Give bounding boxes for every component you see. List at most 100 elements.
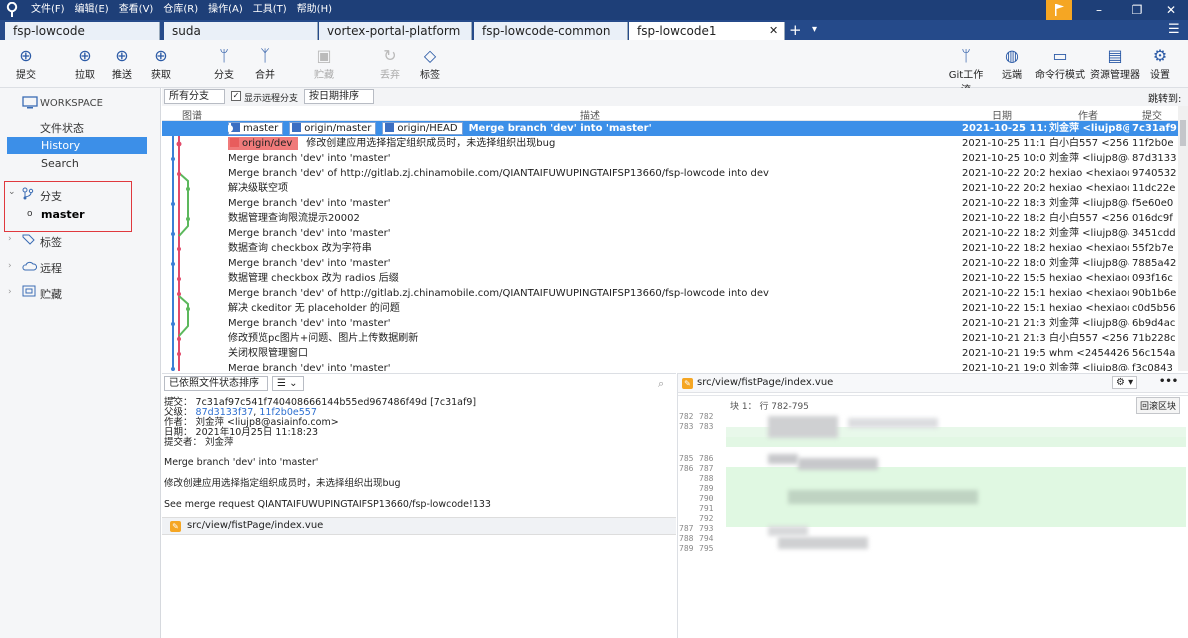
commit-hash: c0d5b56 — [1132, 303, 1176, 314]
commit-row[interactable]: Merge branch 'dev' of http://gitlab.zj.c… — [162, 166, 1178, 181]
add-tab-button[interactable]: + — [789, 20, 802, 40]
sidebar-item-search[interactable]: Search — [41, 157, 79, 170]
col-graph[interactable]: 图谱 — [182, 107, 202, 122]
col-date[interactable]: 日期 — [992, 107, 1012, 122]
upload-button[interactable]: ⊕ 推送 — [100, 46, 144, 81]
ref-label[interactable]: origin/master — [289, 122, 377, 135]
commit-row[interactable]: Merge branch 'dev' into 'master' 2021-10-… — [162, 316, 1178, 331]
chevron-right-icon[interactable]: › — [8, 234, 12, 244]
commit-row[interactable]: 解决 ckeditor 无 placeholder 的问题 2021-10-22 … — [162, 301, 1178, 316]
hamburger-menu-icon[interactable]: ☰ — [1168, 20, 1180, 40]
toolbar-label: 资源管理器 — [1090, 70, 1140, 81]
commit-message: Merge branch 'dev' into 'master' — [228, 363, 391, 371]
tag-button[interactable]: ◇ 标签 — [408, 46, 452, 81]
merge-icon: ᛉ — [260, 46, 270, 65]
tab-suda[interactable]: suda — [164, 22, 318, 40]
commit-row[interactable]: 数据查询 checkbox 改为字符串 2021-10-22 18:20 hexia… — [162, 241, 1178, 256]
redacted-code — [768, 416, 838, 438]
branch-button[interactable]: ᛘ 分支 — [202, 46, 246, 81]
close-button[interactable]: ✕ — [1156, 0, 1186, 20]
fetch-button[interactable]: ⊕ 获取 — [139, 46, 183, 81]
merge-button[interactable]: ᛉ 合并 — [243, 46, 287, 81]
ref-label[interactable]: origin/dev — [228, 137, 299, 150]
commit-row[interactable]: master origin/master origin/HEAD Merge bran… — [162, 121, 1178, 136]
commit-row[interactable]: Merge branch 'dev' of http://gitlab.zj.c… — [162, 286, 1178, 301]
menu-item[interactable]: 操作(A) — [203, 0, 248, 20]
view-mode-dropdown[interactable]: ☰ ⌄ — [272, 376, 304, 391]
commit-row[interactable]: 数据管理查询限流提示20002 2021-10-22 18:26 白小白557 <2… — [162, 211, 1178, 226]
commit-row[interactable]: origin/dev 修改创建应用选择指定组织成员时，未选择组织出现bug 2021… — [162, 136, 1178, 151]
commit-message: 数据管理 checkbox 改为 radios 后缀 — [228, 273, 399, 284]
chevron-right-icon[interactable]: › — [8, 287, 12, 297]
commit-message: 数据查询 checkbox 改为字符串 — [228, 243, 372, 254]
flag-icon — [1055, 4, 1064, 16]
diff-settings-dropdown[interactable]: ⚙ ▾ — [1112, 376, 1138, 389]
commit-row[interactable]: 修改预览pc图片+问题、图片上传数据刷新 2021-10-21 21:30 白小白5… — [162, 331, 1178, 346]
sidebar-item-file-status[interactable]: 文件状态 — [40, 120, 84, 136]
commit-row[interactable]: Merge branch 'dev' into 'master' 2021-10-… — [162, 256, 1178, 271]
tab-close-icon[interactable]: ✕ — [769, 22, 778, 40]
more-options-icon[interactable]: ••• — [1159, 376, 1178, 387]
commit-author: 刘金萍 <liujp8@a — [1049, 258, 1129, 269]
chevron-right-icon[interactable]: › — [8, 261, 12, 271]
file-sort-dropdown[interactable]: 已依照文件状态排序 ⌄ — [164, 376, 268, 402]
col-commit[interactable]: 提交 — [1142, 107, 1162, 122]
terminal-button[interactable]: ▭ 命令行模式 — [1033, 46, 1087, 81]
col-author[interactable]: 作者 — [1078, 107, 1098, 122]
menu-item[interactable]: 工具(T) — [248, 0, 292, 20]
commit-date: 2021-10-22 18:20 — [962, 243, 1046, 254]
ref-label[interactable]: origin/HEAD — [382, 122, 463, 135]
old-line-number: 786 — [679, 464, 694, 473]
tab-fsp-lowcode-common[interactable]: fsp-lowcode-common — [474, 22, 628, 40]
revert-hunk-button[interactable]: 回滚区块 — [1136, 397, 1181, 414]
sort-dropdown[interactable]: 按日期排序 ⌄ — [304, 89, 374, 115]
sidebar-item-history[interactable]: History — [7, 137, 147, 154]
commit-row[interactable]: Merge branch 'dev' into 'master' 2021-10-… — [162, 196, 1178, 211]
commit-description: 修改预览pc图片+问题、图片上传数据刷新 — [228, 331, 958, 346]
changed-file-row[interactable]: ✎ src/view/fistPage/index.vue — [162, 517, 676, 535]
commit-date: 2021-10-22 15:17 — [962, 288, 1046, 299]
branch-icon — [230, 138, 239, 147]
show-remote-checkbox[interactable]: ✓ — [231, 91, 241, 101]
tab-fsp-lowcode[interactable]: fsp-lowcode — [5, 22, 160, 40]
commit-row[interactable]: Merge branch 'dev' into 'master' 2021-10-… — [162, 361, 1178, 371]
commit-list-scrollbar[interactable] — [1178, 106, 1188, 371]
commit-row[interactable]: 解决级联空项 2021-10-22 20:24 hexiao <hexiao@ 11d… — [162, 181, 1178, 196]
sidebar: WORKSPACE 文件状态 History Search ⌄ 分支 o mas… — [0, 88, 161, 638]
stashes-header[interactable]: 贮藏 — [40, 286, 62, 302]
commit-row[interactable]: Merge branch 'dev' into 'master' 2021-10-… — [162, 151, 1178, 166]
tab-fsp-lowcode1[interactable]: fsp-lowcode1 ✕ — [629, 22, 785, 40]
scrollbar-thumb[interactable] — [1180, 120, 1186, 146]
tags-header[interactable]: 标签 — [40, 234, 62, 250]
minimize-button[interactable]: – — [1084, 0, 1114, 20]
maximize-button[interactable]: ❐ — [1122, 0, 1152, 20]
redacted-code — [848, 418, 938, 428]
branch-filter-dropdown[interactable]: 所有分支 ⌄ — [164, 89, 225, 115]
folder-button[interactable]: ▤ 资源管理器 — [1088, 46, 1142, 81]
commit-row[interactable]: Merge branch 'dev' into 'master' 2021-10-… — [162, 226, 1178, 241]
search-icon[interactable]: ⌕ — [658, 377, 664, 391]
old-line-number: 782 — [679, 412, 694, 421]
menu-item[interactable]: 仓库(R) — [158, 0, 203, 20]
tab-menu-button[interactable]: ▾ — [812, 20, 817, 40]
commit-row[interactable]: 数据管理 checkbox 改为 radios 后缀 2021-10-22 15:… — [162, 271, 1178, 286]
stash-button[interactable]: ▣ 贮藏 — [302, 46, 346, 81]
commit-description: Merge branch 'dev' of http://gitlab.zj.c… — [228, 166, 958, 181]
flag-button[interactable] — [1046, 0, 1072, 20]
commit-date: 2021-10-22 15:55 — [962, 273, 1046, 284]
menu-item[interactable]: 查看(V) — [114, 0, 159, 20]
menu-item[interactable]: 文件(F) — [26, 0, 70, 20]
menu-item[interactable]: 帮助(H) — [292, 0, 337, 20]
toolbar-label: 合并 — [255, 70, 275, 81]
col-description[interactable]: 描述 — [580, 107, 600, 122]
remotes-header[interactable]: 远程 — [40, 260, 62, 276]
gear-button[interactable]: ⚙ 设置 — [1138, 46, 1182, 81]
menu-item[interactable]: 编辑(E) — [70, 0, 114, 20]
tag-icon — [22, 234, 35, 245]
commit-row[interactable]: 关闭权限管理窗口 2021-10-21 19:53 whm <24544264 56c… — [162, 346, 1178, 361]
ref-label[interactable]: master — [228, 122, 284, 135]
globe-button[interactable]: ◍ 远端 — [990, 46, 1034, 81]
discard-button[interactable]: ↻ 丢弃 — [368, 46, 412, 81]
plus-circle-button[interactable]: ⊕ 提交 — [4, 46, 48, 81]
tab-vortex-portal-platform[interactable]: vortex-portal-platform2 ↓ — [319, 22, 472, 58]
